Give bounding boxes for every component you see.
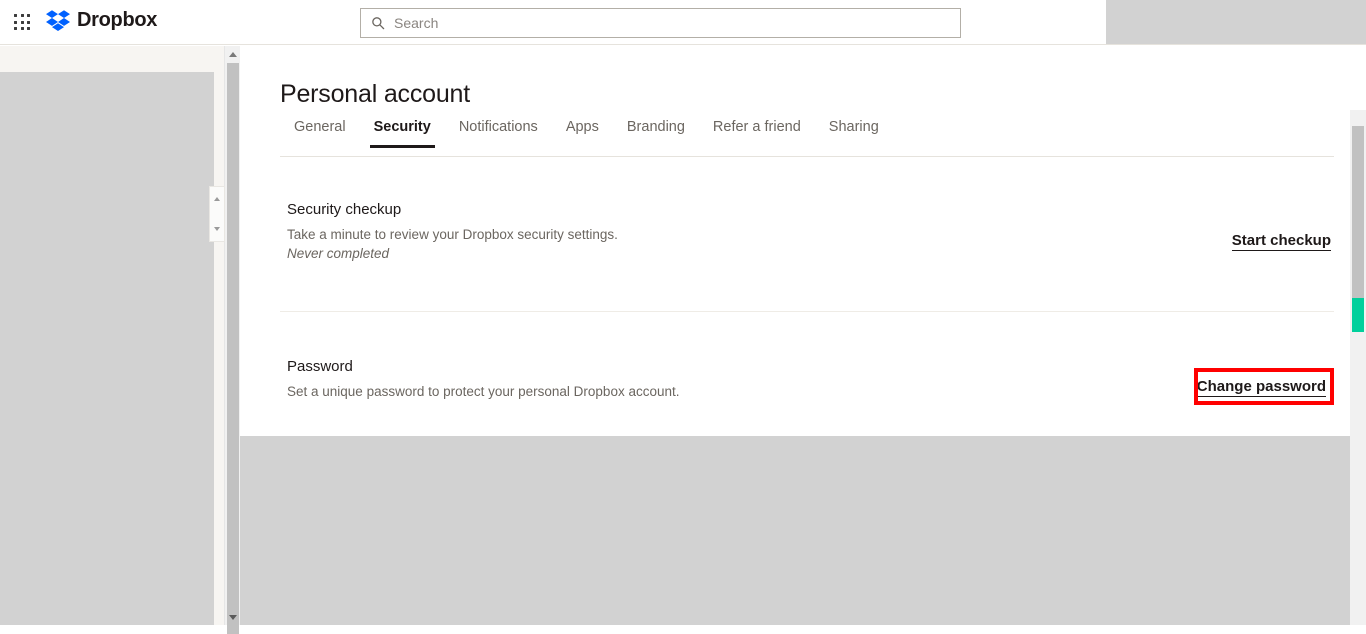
security-checkup-title: Security checkup	[287, 201, 402, 218]
grid-dot	[14, 14, 17, 17]
password-title: Password	[287, 358, 353, 375]
left-sidebar	[0, 46, 224, 625]
scroll-up-arrow-icon[interactable]	[225, 46, 241, 62]
tab-general[interactable]: General	[280, 115, 360, 148]
settings-tabs: General Security Notifications Apps Bran…	[280, 115, 1334, 157]
dropbox-logo-icon	[46, 10, 70, 32]
grid-dot	[27, 27, 31, 31]
search-input[interactable]	[394, 15, 914, 31]
search-icon	[372, 17, 385, 30]
page-scrollbar-thumb[interactable]	[1352, 126, 1364, 298]
grid-dot	[20, 14, 24, 17]
main-bottom-placeholder	[240, 436, 1366, 625]
sidebar-content-placeholder	[0, 72, 214, 625]
sidebar-scrollbar-thumb[interactable]	[227, 63, 239, 634]
grid-apps-icon[interactable]	[14, 14, 32, 32]
security-checkup-section: Security checkup Take a minute to review…	[280, 201, 1334, 312]
tab-security[interactable]: Security	[360, 115, 445, 148]
tab-notifications[interactable]: Notifications	[445, 115, 552, 148]
security-checkup-description: Take a minute to review your Dropbox sec…	[287, 227, 618, 242]
grid-dot	[27, 14, 31, 17]
brand-name: Dropbox	[77, 8, 158, 31]
grid-dot	[20, 20, 24, 24]
sidebar-edge-handle[interactable]	[209, 186, 225, 242]
tab-branding[interactable]: Branding	[613, 115, 699, 148]
page-scrollbar-accent-marker	[1352, 298, 1364, 332]
dropbox-home-link[interactable]: Dropbox	[46, 8, 157, 32]
chevron-up-icon	[214, 197, 220, 201]
change-password-link[interactable]: Change password	[1196, 378, 1326, 397]
sidebar-scrollbar[interactable]	[224, 46, 241, 634]
start-checkup-link[interactable]: Start checkup	[1231, 232, 1331, 251]
tab-sharing[interactable]: Sharing	[815, 115, 893, 148]
grid-dot	[14, 27, 17, 31]
tab-apps[interactable]: Apps	[552, 115, 613, 148]
password-description: Set a unique password to protect your pe…	[287, 384, 680, 399]
search-box[interactable]	[360, 8, 961, 38]
header-right-placeholder	[1106, 0, 1366, 44]
grid-dot	[27, 20, 31, 24]
scroll-down-arrow-icon[interactable]	[225, 609, 241, 625]
grid-dot	[20, 27, 24, 31]
page-title: Personal account	[280, 79, 470, 108]
page-scrollbar[interactable]	[1350, 110, 1366, 625]
top-header-bar: Dropbox	[0, 0, 1366, 45]
grid-dot	[14, 20, 17, 24]
security-checkup-status: Never completed	[287, 246, 390, 261]
chevron-down-icon	[214, 227, 220, 231]
tab-refer-a-friend[interactable]: Refer a friend	[699, 115, 815, 148]
